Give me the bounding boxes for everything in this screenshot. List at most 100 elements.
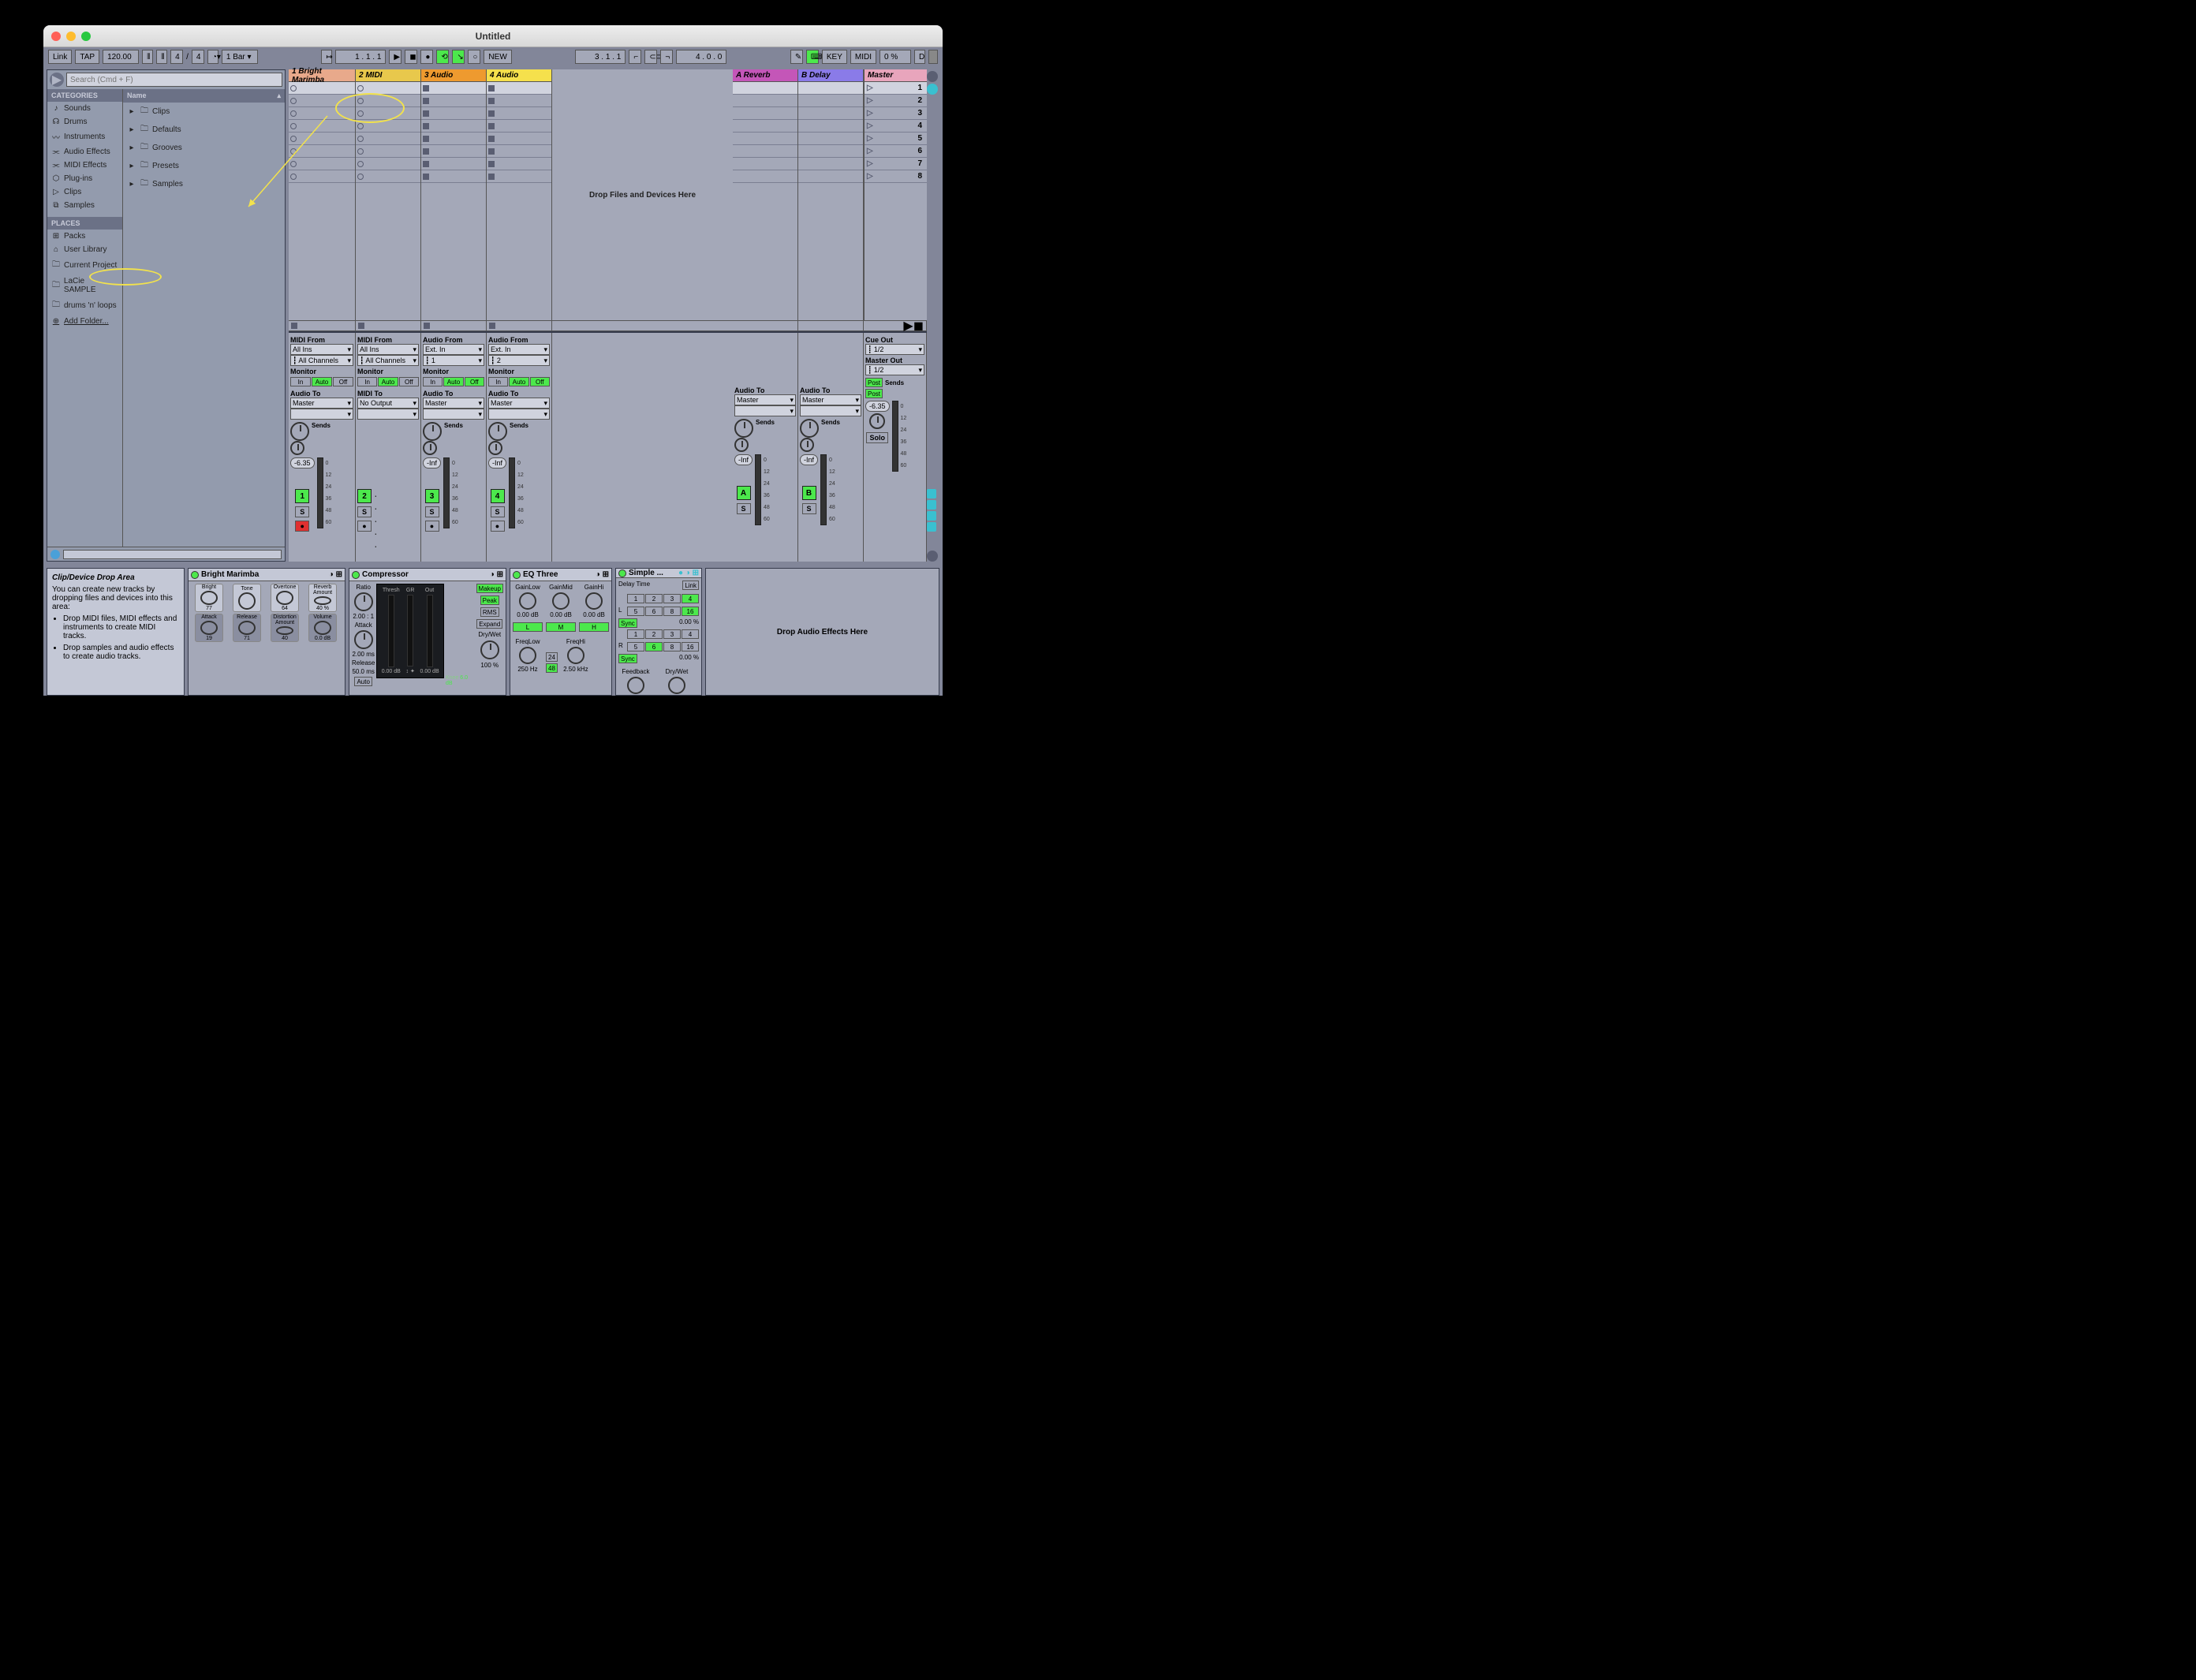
place-add-folder-[interactable]: ⊕Add Folder...: [47, 315, 122, 328]
midi-ch-select[interactable]: ┇ All Channels▾: [290, 355, 353, 366]
close-icon[interactable]: [51, 32, 61, 41]
ratio-knob[interactable]: [354, 592, 373, 611]
clip-slot[interactable]: [421, 133, 486, 145]
draw-mode-button[interactable]: ✎: [790, 50, 803, 64]
place-drums-n-loops[interactable]: 🗀drums 'n' loops: [47, 297, 122, 315]
device-power-icon[interactable]: [513, 571, 521, 579]
clip-slot[interactable]: [421, 95, 486, 107]
clip-slot[interactable]: [487, 158, 551, 170]
peak-button[interactable]: Peak: [480, 595, 499, 605]
clip-slot[interactable]: [421, 145, 486, 158]
clip-slot[interactable]: [356, 82, 420, 95]
expand-button[interactable]: Expand: [476, 619, 502, 629]
place-current-project[interactable]: 🗀Current Project: [47, 256, 122, 274]
param-knob[interactable]: [276, 626, 293, 635]
return-header[interactable]: A Reverb: [733, 69, 797, 82]
drop-zone[interactable]: Drop Files and Devices Here: [552, 69, 733, 320]
solo-button[interactable]: Solo: [866, 432, 888, 443]
timesig-den[interactable]: 4: [192, 50, 204, 64]
return-header[interactable]: B Delay: [798, 69, 863, 82]
clip-slot[interactable]: [356, 145, 420, 158]
key-map-button[interactable]: KEY: [822, 50, 847, 64]
metronome-button[interactable]: ◔▾: [207, 50, 218, 64]
clip-slot[interactable]: [356, 133, 420, 145]
feedback-knob[interactable]: [627, 677, 644, 694]
folder-samples[interactable]: ▸🗀Samples: [123, 175, 285, 193]
nudge-down-button[interactable]: ⦀: [142, 50, 153, 64]
folder-clips[interactable]: ▸🗀Clips: [123, 103, 285, 121]
loop-start[interactable]: 3 . 1 . 1: [575, 50, 626, 64]
tempo-field[interactable]: 120.00: [103, 50, 139, 64]
nudge-up-button[interactable]: ⦀: [156, 50, 167, 64]
midi-map-button[interactable]: MIDI: [850, 50, 876, 64]
param-knob[interactable]: [314, 621, 331, 635]
zoom-icon[interactable]: [81, 32, 91, 41]
returns-section-toggle[interactable]: [927, 511, 936, 521]
category-drums[interactable]: ☊Drums: [47, 115, 122, 129]
rms-button[interactable]: RMS: [480, 607, 499, 617]
mid-kill-button[interactable]: M: [546, 622, 576, 632]
solo[interactable]: S: [295, 506, 309, 517]
clip-slot[interactable]: [289, 158, 355, 170]
arrangement-view-tab[interactable]: [927, 84, 938, 95]
clip-slot[interactable]: [421, 170, 486, 183]
clip-slot[interactable]: [356, 158, 420, 170]
io-section-toggle[interactable]: [927, 489, 936, 498]
category-midi-effects[interactable]: ⫘MIDI Effects: [47, 159, 122, 172]
category-samples[interactable]: ⧉Samples: [47, 199, 122, 212]
clip-slot[interactable]: [289, 95, 355, 107]
folder-grooves[interactable]: ▸🗀Grooves: [123, 139, 285, 157]
clip-slot[interactable]: [487, 95, 551, 107]
gainmid-knob[interactable]: [552, 592, 570, 610]
delay-drywet-knob[interactable]: [668, 677, 685, 694]
scene-launch[interactable]: ▷3: [865, 107, 927, 120]
hi-kill-button[interactable]: H: [579, 622, 609, 632]
clip-slot[interactable]: [487, 120, 551, 133]
param-knob[interactable]: [314, 596, 331, 605]
midi-from-select[interactable]: All Ins▾: [290, 344, 353, 355]
clip-slot[interactable]: [289, 107, 355, 120]
link-button[interactable]: Link: [682, 581, 699, 590]
param-knob[interactable]: [200, 621, 218, 635]
freqhi-knob[interactable]: [567, 647, 584, 664]
link-button[interactable]: Link: [48, 50, 72, 64]
clip-slot[interactable]: [356, 170, 420, 183]
master-header[interactable]: Master: [865, 69, 927, 82]
clip-slot[interactable]: [421, 158, 486, 170]
param-knob[interactable]: [238, 592, 256, 610]
mon-off[interactable]: Off: [333, 377, 353, 386]
scene-launch[interactable]: ▷8: [865, 170, 927, 183]
track-header[interactable]: 4 Audio: [487, 69, 551, 82]
slope-24-button[interactable]: 24: [546, 652, 558, 662]
session-record-button[interactable]: ○: [468, 50, 480, 64]
position-display[interactable]: 1 . 1 . 1: [335, 50, 386, 64]
loop-button[interactable]: ⊂⊃: [644, 50, 657, 64]
folder-defaults[interactable]: ▸🗀Defaults: [123, 121, 285, 139]
clip-slot[interactable]: [289, 120, 355, 133]
clip-slot[interactable]: [356, 107, 420, 120]
gainhi-knob[interactable]: [585, 592, 603, 610]
attack-knob[interactable]: [354, 630, 373, 649]
clip-slot[interactable]: [289, 145, 355, 158]
scene-launch[interactable]: ▷4: [865, 120, 927, 133]
preview-play-icon[interactable]: ▶: [50, 73, 64, 87]
device-power-icon[interactable]: [352, 571, 360, 579]
scene-launch[interactable]: ▷1: [865, 82, 927, 95]
category-audio-effects[interactable]: ⫘Audio Effects: [47, 145, 122, 159]
auto-release-button[interactable]: Auto: [354, 677, 372, 686]
audio-to-select[interactable]: Master▾: [290, 398, 353, 409]
clip-slot[interactable]: [356, 120, 420, 133]
session-view-tab[interactable]: [927, 71, 938, 82]
clip-slot[interactable]: [487, 170, 551, 183]
send-knob[interactable]: [290, 422, 309, 441]
param-knob[interactable]: [276, 591, 293, 605]
param-knob[interactable]: [238, 621, 256, 635]
play-button[interactable]: ▶: [389, 50, 401, 64]
punch-out-button[interactable]: ¬: [660, 50, 673, 64]
category-plug-ins[interactable]: ⬡Plug-ins: [47, 172, 122, 185]
automation-arm-button[interactable]: ↘: [452, 50, 465, 64]
activator[interactable]: 1: [295, 489, 309, 503]
vol-display[interactable]: -6.35: [290, 457, 315, 469]
minimize-icon[interactable]: [66, 32, 76, 41]
folder-presets[interactable]: ▸🗀Presets: [123, 157, 285, 175]
